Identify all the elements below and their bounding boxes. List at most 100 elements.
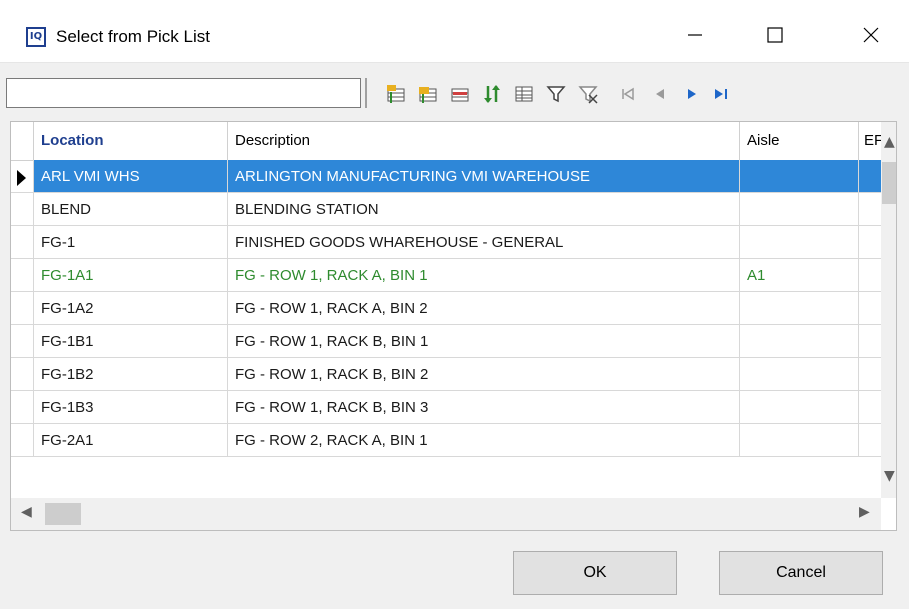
row-indicator[interactable]: [11, 391, 34, 424]
cell-description[interactable]: ARLINGTON MANUFACTURING VMI WAREHOUSE: [228, 160, 740, 193]
cell-location[interactable]: BLEND: [34, 193, 228, 226]
minimize-button[interactable]: [672, 14, 718, 56]
pick-list-grid[interactable]: Location Description Aisle EF ARL VMI WH…: [10, 121, 897, 531]
cell-aisle[interactable]: [740, 391, 859, 424]
cell-aisle[interactable]: [740, 358, 859, 391]
cell-location[interactable]: FG-1: [34, 226, 228, 259]
cell-ef[interactable]: [859, 424, 881, 457]
row-indicator[interactable]: [11, 292, 34, 325]
vertical-scrollbar[interactable]: ▲ ▼: [881, 122, 896, 498]
cell-ef[interactable]: [859, 391, 881, 424]
cell-location[interactable]: FG-1B3: [34, 391, 228, 424]
close-icon: [863, 27, 879, 43]
cell-location[interactable]: FG-2A1: [34, 424, 228, 457]
insert-before-button[interactable]: [382, 80, 410, 108]
grid-header: Location Description Aisle EF: [11, 122, 881, 161]
cell-aisle[interactable]: [740, 226, 859, 259]
insert-after-button[interactable]: [414, 80, 442, 108]
cell-ef[interactable]: [859, 358, 881, 391]
maximize-button[interactable]: [752, 14, 798, 56]
row-indicator[interactable]: [11, 193, 34, 226]
ok-button[interactable]: OK: [513, 551, 677, 595]
current-row-pointer-icon: [17, 170, 26, 186]
table-row[interactable]: FG-1A1 FG - ROW 1, RACK A, BIN 1 A1: [11, 259, 881, 292]
cell-ef[interactable]: [859, 193, 881, 226]
table-row[interactable]: FG-1B2 FG - ROW 1, RACK B, BIN 2: [11, 358, 881, 391]
toolbar: [0, 70, 909, 116]
search-input[interactable]: [6, 78, 361, 108]
filter-button[interactable]: [542, 80, 570, 108]
cell-ef[interactable]: [859, 226, 881, 259]
indicator-header: [11, 122, 34, 160]
cell-description[interactable]: FINISHED GOODS WHAREHOUSE - GENERAL: [228, 226, 740, 259]
cell-description[interactable]: FG - ROW 1, RACK B, BIN 3: [228, 391, 740, 424]
clear-filter-button[interactable]: [574, 80, 602, 108]
title-bar: IQ Select from Pick List: [0, 0, 909, 63]
table-row[interactable]: ARL VMI WHS ARLINGTON MANUFACTURING VMI W…: [11, 160, 881, 193]
app-icon: IQ: [26, 27, 46, 47]
cell-ef[interactable]: [859, 160, 881, 193]
scroll-right-icon[interactable]: ▶: [859, 504, 870, 520]
horizontal-scrollbar[interactable]: ◀ ▶: [11, 498, 881, 530]
cell-description[interactable]: FG - ROW 1, RACK B, BIN 1: [228, 325, 740, 358]
last-record-button[interactable]: [706, 80, 734, 108]
row-indicator[interactable]: [11, 160, 34, 193]
cell-aisle[interactable]: [740, 325, 859, 358]
row-indicator[interactable]: [11, 424, 34, 457]
scroll-left-icon[interactable]: ◀: [21, 504, 32, 520]
delete-record-button[interactable]: [446, 80, 474, 108]
row-indicator[interactable]: [11, 259, 34, 292]
row-indicator[interactable]: [11, 358, 34, 391]
cell-description[interactable]: FG - ROW 2, RACK A, BIN 1: [228, 424, 740, 457]
cell-location[interactable]: FG-1B1: [34, 325, 228, 358]
scroll-up-icon[interactable]: ▲: [884, 134, 895, 150]
sort-icon: [484, 85, 500, 103]
cell-description[interactable]: FG - ROW 1, RACK A, BIN 1: [228, 259, 740, 292]
scroll-down-icon[interactable]: ▼: [884, 468, 895, 484]
first-record-button[interactable]: [614, 80, 642, 108]
cell-ef[interactable]: [859, 325, 881, 358]
cell-description[interactable]: FG - ROW 1, RACK A, BIN 2: [228, 292, 740, 325]
grid-layout-button[interactable]: [510, 80, 538, 108]
cell-aisle[interactable]: [740, 193, 859, 226]
last-record-icon: [715, 89, 727, 99]
prior-record-button[interactable]: [646, 80, 674, 108]
cell-description[interactable]: FG - ROW 1, RACK B, BIN 2: [228, 358, 740, 391]
column-header-description[interactable]: Description: [228, 122, 740, 160]
cancel-button[interactable]: Cancel: [719, 551, 883, 595]
cell-aisle[interactable]: [740, 292, 859, 325]
cell-description[interactable]: BLENDING STATION: [228, 193, 740, 226]
minimize-icon: [688, 34, 702, 36]
cell-aisle[interactable]: [740, 160, 859, 193]
cell-location[interactable]: FG-1B2: [34, 358, 228, 391]
vertical-scroll-thumb[interactable]: [882, 162, 896, 204]
column-header-aisle[interactable]: Aisle: [740, 122, 859, 160]
table-row[interactable]: FG-1A2 FG - ROW 1, RACK A, BIN 2: [11, 292, 881, 325]
column-header-ef[interactable]: EF: [859, 122, 881, 160]
table-row[interactable]: FG-1B1 FG - ROW 1, RACK B, BIN 1: [11, 325, 881, 358]
table-row[interactable]: BLEND BLENDING STATION: [11, 193, 881, 226]
row-indicator[interactable]: [11, 325, 34, 358]
clear-filter-icon: [578, 86, 598, 104]
cell-location[interactable]: FG-1A2: [34, 292, 228, 325]
close-button[interactable]: [848, 14, 894, 56]
cell-ef[interactable]: [859, 292, 881, 325]
prior-record-icon: [656, 89, 664, 99]
column-header-location[interactable]: Location: [34, 122, 228, 160]
cell-location[interactable]: FG-1A1: [34, 259, 228, 292]
sort-button[interactable]: [478, 80, 506, 108]
toolbar-separator: [365, 78, 367, 108]
table-row[interactable]: FG-2A1 FG - ROW 2, RACK A, BIN 1: [11, 424, 881, 457]
first-record-icon: [622, 87, 634, 101]
cell-ef[interactable]: [859, 259, 881, 292]
next-record-button[interactable]: [678, 80, 706, 108]
next-record-icon: [688, 89, 696, 99]
table-row[interactable]: FG-1 FINISHED GOODS WHAREHOUSE - GENERAL: [11, 226, 881, 259]
cell-aisle[interactable]: A1: [740, 259, 859, 292]
row-indicator[interactable]: [11, 226, 34, 259]
horizontal-scroll-thumb[interactable]: [45, 503, 81, 525]
cell-aisle[interactable]: [740, 424, 859, 457]
table-row[interactable]: FG-1B3 FG - ROW 1, RACK B, BIN 3: [11, 391, 881, 424]
insert-before-icon: [387, 85, 405, 103]
cell-location[interactable]: ARL VMI WHS: [34, 160, 228, 193]
